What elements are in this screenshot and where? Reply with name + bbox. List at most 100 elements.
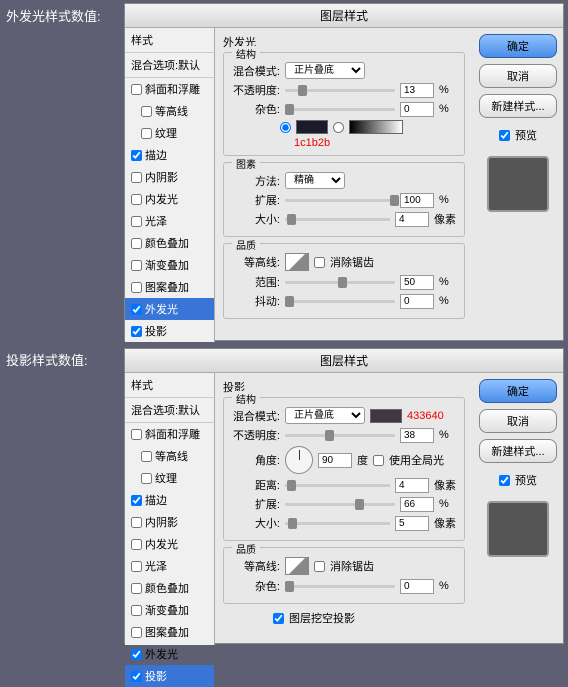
check-preview[interactable] bbox=[499, 475, 510, 486]
check-dropshadow[interactable] bbox=[131, 326, 142, 337]
style-item-contour[interactable]: 等高线 bbox=[125, 100, 214, 122]
input-spread[interactable] bbox=[400, 497, 434, 512]
check-texture[interactable] bbox=[141, 128, 152, 139]
style-item-coloroverlay[interactable]: 颜色叠加 bbox=[125, 232, 214, 254]
style-item-outerglow[interactable]: 外发光 bbox=[125, 643, 214, 665]
slider-range[interactable] bbox=[285, 281, 395, 284]
check-antialias[interactable] bbox=[314, 561, 325, 572]
style-item-stroke[interactable]: 描边 bbox=[125, 489, 214, 511]
check-stroke[interactable] bbox=[131, 495, 142, 506]
style-item-texture[interactable]: 纹理 bbox=[125, 467, 214, 489]
style-item-outerglow[interactable]: 外发光 bbox=[125, 298, 214, 320]
style-item-patoverlay[interactable]: 图案叠加 bbox=[125, 276, 214, 298]
slider-noise[interactable] bbox=[285, 108, 395, 111]
style-item-innerglow[interactable]: 内发光 bbox=[125, 533, 214, 555]
style-item-patoverlay[interactable]: 图案叠加 bbox=[125, 621, 214, 643]
check-texture[interactable] bbox=[141, 473, 152, 484]
radio-gradient[interactable] bbox=[333, 122, 344, 133]
input-spread[interactable] bbox=[400, 193, 434, 208]
style-item-texture[interactable]: 纹理 bbox=[125, 122, 214, 144]
input-opacity[interactable] bbox=[400, 428, 434, 443]
slider-dist[interactable] bbox=[285, 484, 390, 487]
select-blend[interactable]: 正片叠底 bbox=[285, 62, 365, 79]
input-noise[interactable] bbox=[400, 579, 434, 594]
style-item-satin[interactable]: 光泽 bbox=[125, 210, 214, 232]
list-hdr-blend[interactable]: 混合选项:默认 bbox=[125, 53, 214, 78]
check-innerglow[interactable] bbox=[131, 194, 142, 205]
check-innershadow[interactable] bbox=[131, 517, 142, 528]
list-hdr-style[interactable]: 样式 bbox=[125, 28, 214, 53]
style-item-satin[interactable]: 光泽 bbox=[125, 555, 214, 577]
check-antialias[interactable] bbox=[314, 257, 325, 268]
style-item-innershadow[interactable]: 内阴影 bbox=[125, 166, 214, 188]
check-gradoverlay[interactable] bbox=[131, 260, 142, 271]
style-item-contour[interactable]: 等高线 bbox=[125, 445, 214, 467]
style-item-gradoverlay[interactable]: 渐变叠加 bbox=[125, 599, 214, 621]
input-opacity[interactable] bbox=[400, 83, 434, 98]
slider-spread[interactable] bbox=[285, 503, 395, 506]
slider-opacity[interactable] bbox=[285, 434, 395, 437]
check-contour[interactable] bbox=[141, 451, 152, 462]
slider-opacity[interactable] bbox=[285, 89, 395, 92]
check-global[interactable] bbox=[373, 455, 384, 466]
check-outerglow[interactable] bbox=[131, 649, 142, 660]
style-item-bevel[interactable]: 斜面和浮雕 bbox=[125, 78, 214, 100]
color-swatch[interactable] bbox=[296, 120, 328, 134]
style-item-innerglow[interactable]: 内发光 bbox=[125, 188, 214, 210]
check-bevel[interactable] bbox=[131, 84, 142, 95]
contour-swatch[interactable] bbox=[285, 557, 309, 575]
check-innershadow[interactable] bbox=[131, 172, 142, 183]
slider-noise[interactable] bbox=[285, 585, 395, 588]
cancel-button[interactable]: 取消 bbox=[479, 409, 557, 433]
input-range[interactable] bbox=[400, 275, 434, 290]
check-coloroverlay[interactable] bbox=[131, 238, 142, 249]
input-jitter[interactable] bbox=[400, 294, 434, 309]
check-preview[interactable] bbox=[499, 130, 510, 141]
check-contour[interactable] bbox=[141, 106, 152, 117]
gradient-swatch[interactable] bbox=[349, 120, 403, 134]
slider-size[interactable] bbox=[285, 522, 390, 525]
new-style-button[interactable]: 新建样式... bbox=[479, 94, 557, 118]
style-item-stroke[interactable]: 描边 bbox=[125, 144, 214, 166]
angle-dial[interactable] bbox=[285, 446, 313, 474]
check-patoverlay[interactable] bbox=[131, 282, 142, 293]
list-hdr-blend[interactable]: 混合选项:默认 bbox=[125, 398, 214, 423]
check-innerglow[interactable] bbox=[131, 539, 142, 550]
input-size[interactable] bbox=[395, 212, 429, 227]
style-item-dropshadow[interactable]: 投影 bbox=[125, 665, 214, 687]
check-stroke[interactable] bbox=[131, 150, 142, 161]
check-satin[interactable] bbox=[131, 216, 142, 227]
ok-button[interactable]: 确定 bbox=[479, 379, 557, 403]
style-item-dropshadow[interactable]: 投影 bbox=[125, 320, 214, 342]
input-dist[interactable] bbox=[395, 478, 429, 493]
select-blend[interactable]: 正片叠底 bbox=[285, 407, 365, 424]
fs-label: 品质 bbox=[232, 541, 260, 556]
new-style-button[interactable]: 新建样式... bbox=[479, 439, 557, 463]
style-item-coloroverlay[interactable]: 颜色叠加 bbox=[125, 577, 214, 599]
ok-button[interactable]: 确定 bbox=[479, 34, 557, 58]
style-item-innershadow[interactable]: 内阴影 bbox=[125, 511, 214, 533]
slider-spread[interactable] bbox=[285, 199, 395, 202]
select-method[interactable]: 精确 bbox=[285, 172, 345, 189]
input-noise[interactable] bbox=[400, 102, 434, 117]
check-satin[interactable] bbox=[131, 561, 142, 572]
check-patoverlay[interactable] bbox=[131, 627, 142, 638]
check-gradoverlay[interactable] bbox=[131, 605, 142, 616]
check-outerglow[interactable] bbox=[131, 304, 142, 315]
contour-swatch[interactable] bbox=[285, 253, 309, 271]
input-size[interactable] bbox=[395, 516, 429, 531]
input-angle[interactable] bbox=[318, 453, 352, 468]
check-bevel[interactable] bbox=[131, 429, 142, 440]
style-item-bevel[interactable]: 斜面和浮雕 bbox=[125, 423, 214, 445]
list-hdr-style[interactable]: 样式 bbox=[125, 373, 214, 398]
unit-deg: 度 bbox=[357, 452, 368, 468]
cancel-button[interactable]: 取消 bbox=[479, 64, 557, 88]
style-item-gradoverlay[interactable]: 渐变叠加 bbox=[125, 254, 214, 276]
slider-size[interactable] bbox=[285, 218, 390, 221]
slider-jitter[interactable] bbox=[285, 300, 395, 303]
check-dropshadow[interactable] bbox=[131, 671, 142, 682]
radio-color[interactable] bbox=[280, 122, 291, 133]
check-knockout[interactable] bbox=[273, 613, 284, 624]
color-swatch[interactable] bbox=[370, 409, 402, 423]
check-coloroverlay[interactable] bbox=[131, 583, 142, 594]
